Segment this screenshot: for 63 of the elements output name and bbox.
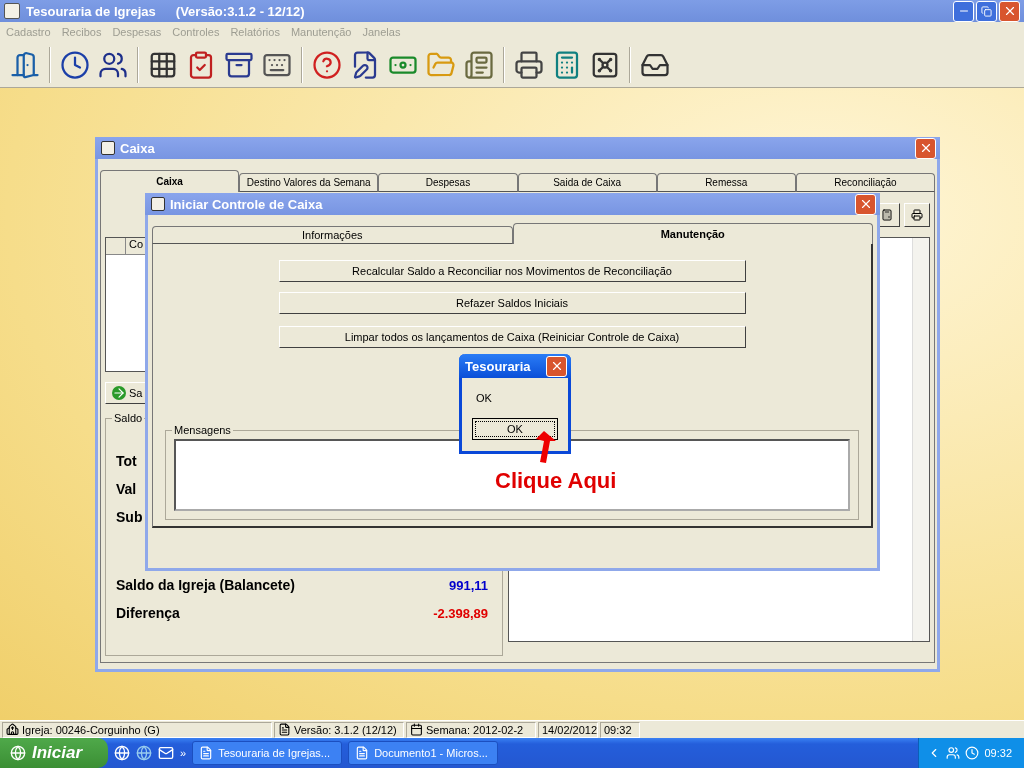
taskbar-button[interactable]: Tesouraria de Igrejas... [192,741,343,765]
status-text: Igreja: 00246-Corguinho (G) [22,723,160,736]
window-icon [101,141,115,155]
status-text: Versão: 3.1.2 (12/12) [294,723,397,736]
document-icon[interactable] [464,49,494,80]
tab[interactable]: Saida de Caixa [517,173,657,192]
calculator-icon [881,207,893,222]
balance-value: -2.398,89 [433,605,489,621]
close-button[interactable] [915,137,936,159]
window-icon [151,197,165,211]
status-text: 14/02/2012 [542,723,598,736]
balance-label: Val [116,481,137,497]
tab[interactable]: Destino Valores da Semana [239,173,379,192]
window-title: Caixa [120,140,155,156]
balance-label: Sub [116,509,143,525]
status-text: Semana: 2012-02-2 [426,723,524,736]
calendar-icon [410,723,423,736]
close-button[interactable] [855,193,876,215]
action-button[interactable]: Refazer Saldos Iniciais [278,292,746,314]
action-button[interactable]: Limpar todos os lançamentos de Caixa (Reiniciar Controle de Caixa) [278,326,746,348]
minimize-button[interactable] [953,0,974,22]
door-icon[interactable] [10,49,40,80]
window-title: Tesouraria de Igrejas [26,3,156,19]
group-title: Saldo [112,412,145,424]
ok-button[interactable]: OK [472,418,558,440]
more-button[interactable]: » [180,747,187,759]
balance-label: Saldo da Igreja (Balancete) [116,577,295,593]
app-icon [4,3,20,19]
taskbar-button[interactable]: Documento1 - Micros... [348,741,499,765]
tab[interactable]: Remessa [656,173,796,192]
app-icon [355,746,370,760]
mail-icon[interactable] [158,745,174,761]
print-button[interactable] [904,202,930,227]
tab[interactable]: Despesas [378,173,518,192]
action-button[interactable]: Recalcular Saldo a Reconciliar nos Movimentos de Reconciliação [278,260,746,282]
balance-label: Tot [116,453,137,469]
printer-icon[interactable] [514,49,544,80]
tab[interactable]: Reconciliação [795,173,936,192]
close-button[interactable] [999,0,1020,22]
status-text: 09:32 [604,723,632,736]
message-text: OK [476,392,492,404]
church-icon [6,723,19,736]
clock-icon[interactable] [60,49,90,80]
app-icon [199,746,214,760]
restore-icon [981,5,992,17]
browser-icon[interactable] [136,745,152,761]
messages-field[interactable] [174,439,850,511]
clock-text: 09:32 [984,747,1012,759]
balance-label: Diferença [116,605,180,621]
dialog-title: Tesouraria [465,358,531,374]
group-title: Mensagens [172,424,233,436]
annotation-text: Clique Aqui [495,468,617,494]
dialog-title: Iniciar Controle de Caixa [170,196,323,212]
version-label: (Versão:3.1.2 - 12/12) [175,3,305,19]
close-button[interactable] [546,355,567,377]
document-icon [278,723,291,736]
tab[interactable]: Informações [152,226,513,244]
restore-button[interactable] [976,0,997,22]
balance-value: 991,11 [449,577,489,593]
tab[interactable]: Caixa [100,170,240,192]
printer-icon [911,207,923,222]
question-icon[interactable] [312,49,342,80]
tab[interactable]: Manutenção [512,223,873,244]
